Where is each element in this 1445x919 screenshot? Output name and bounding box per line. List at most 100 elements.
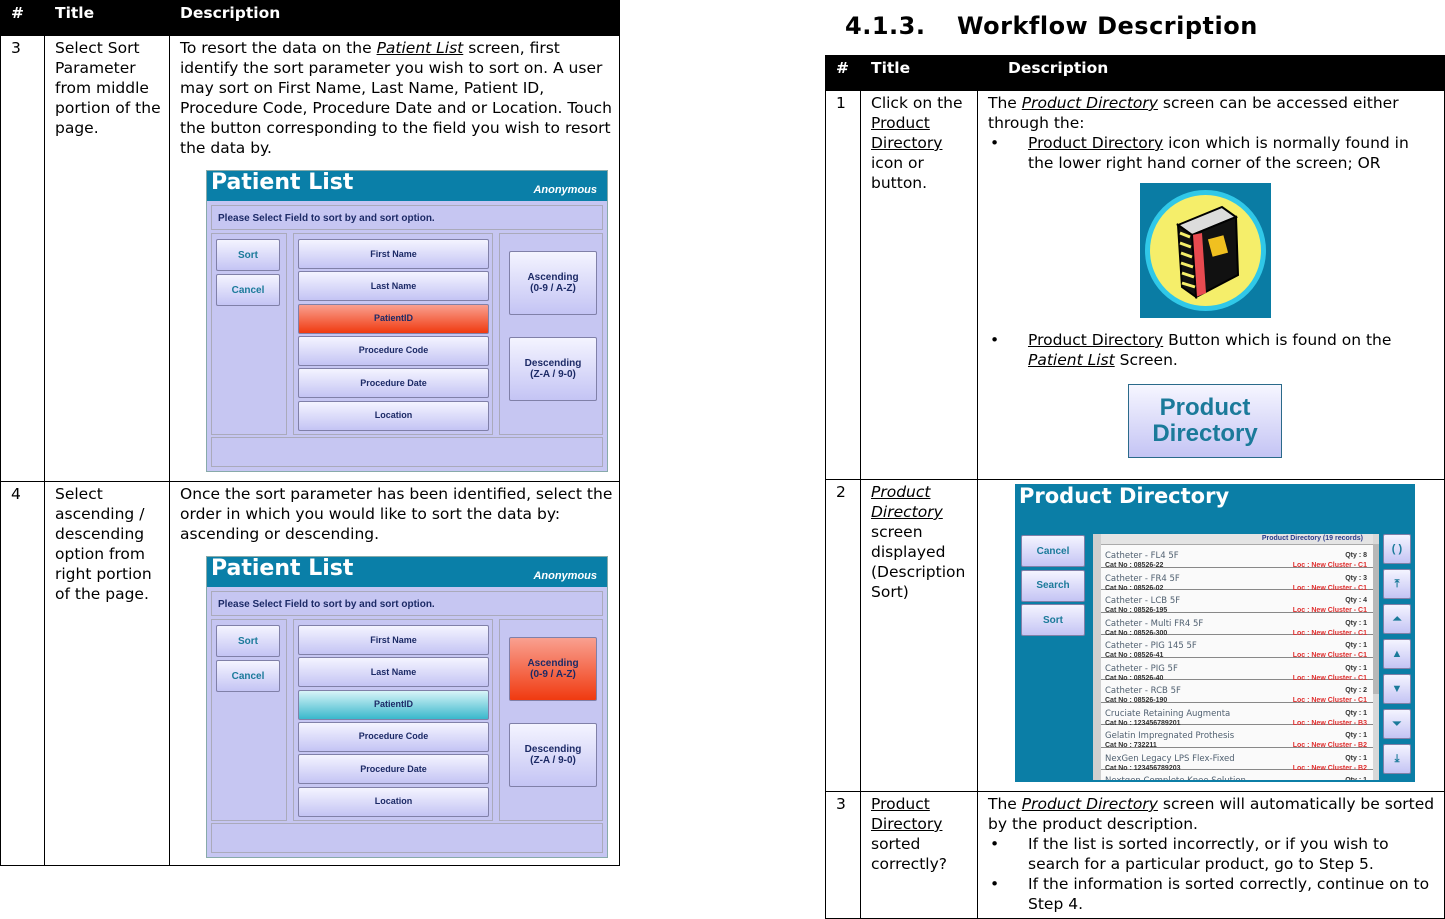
sort-field-patientid-button[interactable]: PatientID (298, 303, 489, 334)
list-item[interactable]: Gelatin Impregnated Prothesis Qty : 1 Cat … (1101, 725, 1373, 749)
product-directory-screenshot: Product Directory Cancel Search Sort Product… (1015, 484, 1415, 782)
patient-list-screenshot-sort-field: Patient List Anonymous Please Select Field… (206, 170, 608, 472)
left-page: # Title Description 3 Select Sort Parame… (0, 0, 620, 866)
sort-button[interactable]: Sort (216, 239, 280, 271)
step-number: 4 (0, 481, 45, 866)
descending-label: Descending (524, 358, 582, 369)
ascending-range: (0-9 / A-Z) (530, 669, 576, 680)
scroll-bottom-icon: ⤓ (1394, 752, 1400, 765)
step-number: 2 (825, 479, 861, 792)
sort-field-procedure-date-button[interactable]: Procedure Date (298, 754, 489, 785)
descending-range: (Z-A / 9-0) (530, 755, 576, 766)
step-description: To resort the data on the Patient List s… (169, 35, 620, 482)
sort-button[interactable]: Sort (1021, 604, 1085, 636)
status-bar (211, 823, 603, 853)
scroll-bottom-button[interactable]: ⤓ (1383, 744, 1411, 774)
line-up-button[interactable]: ▲ (1383, 639, 1411, 669)
product-name: Nextgen Complete Knee Solution (1105, 771, 1246, 780)
sort-field-procedure-date-button[interactable]: Procedure Date (298, 368, 489, 399)
header-title: Title (860, 55, 978, 91)
sort-field-last-name-button[interactable]: Last Name (298, 271, 489, 302)
bullet-item: • Product Directory Button which is found… (990, 331, 1392, 369)
table-row-step-1: 1 Click on the Product Directory icon or… (825, 90, 1445, 480)
cancel-button[interactable]: Cancel (1021, 535, 1085, 567)
list-item[interactable]: Catheter - RCB 5F Qty : 2 Cat No : 08526-1… (1101, 680, 1373, 704)
sort-field-first-name-button[interactable]: First Name (298, 239, 489, 269)
sort-field-procedure-code-button[interactable]: Procedure Code (298, 721, 489, 752)
header-description: Description (977, 55, 1445, 91)
list-item[interactable]: Nextgen Complete Knee SolutionQty : 1Cat… (1101, 770, 1373, 780)
status-bar (211, 437, 603, 467)
step-title: Select ascending / descending option fro… (44, 481, 170, 866)
scroll-top-icon: ⤒ (1394, 577, 1400, 590)
page-down-button[interactable]: ⏷ (1383, 709, 1411, 739)
sort-field-location-button[interactable]: Location (298, 400, 489, 431)
scroll-top-button[interactable]: ⤒ (1383, 569, 1411, 599)
bullet-item: • If the list is sorted incorrectly, or i… (990, 835, 1389, 873)
step-description: Once the sort parameter has been identif… (169, 481, 620, 866)
book-icon[interactable] (1140, 183, 1271, 318)
line-down-button[interactable]: ▼ (1383, 674, 1411, 704)
sort-field-first-name-button[interactable]: First Name (298, 625, 489, 655)
step-description: The Product Directory screen can be acce… (977, 90, 1445, 480)
table-row-step-4: 4 Select ascending / descending option f… (0, 481, 620, 866)
list-item[interactable]: Catheter - FR4 5F Qty : 3 Cat No : 08526-0… (1101, 567, 1373, 592)
workflow-table-left: # Title Description 3 Select Sort Parame… (0, 0, 620, 866)
list-header: Product Directory (19 records) (1101, 534, 1373, 545)
refresh-button[interactable]: ( ) (1383, 534, 1411, 564)
step-title: Click on the Product Directory icon or b… (860, 90, 978, 480)
patient-list-screenshot-sort-order: Patient List Anonymous Please Select Field… (206, 556, 608, 858)
sort-field-last-name-button[interactable]: Last Name (298, 657, 489, 688)
descending-button[interactable]: Descending (Z-A / 9-0) (509, 337, 597, 401)
list-item[interactable]: Catheter - PIG 145 5F Qty : 1 Cat No : 085… (1101, 635, 1373, 659)
ascending-button[interactable]: Ascending (0-9 / A-Z) (509, 251, 597, 315)
product-directory-button[interactable]: Product Directory (1128, 384, 1282, 458)
screen-title: Patient List (211, 556, 354, 581)
list-item[interactable]: Catheter - Multi FR4 5F Qty : 1 Cat No : 0… (1101, 612, 1373, 637)
bullet-item: • If the information is sorted correctly,… (990, 875, 1430, 913)
header-num: # (0, 0, 45, 36)
step-description: The Product Directory screen will automa… (977, 791, 1445, 919)
header-description: Description (169, 0, 620, 36)
line-up-icon: ▲ (1391, 647, 1403, 660)
sort-field-procedure-code-button[interactable]: Procedure Code (298, 335, 489, 366)
header-title: Title (44, 0, 170, 36)
bullet-item: • Product Directory icon which is normall… (990, 134, 1409, 172)
list-scrollbar[interactable] (1373, 534, 1379, 780)
descending-button[interactable]: Descending (Z-A / 9-0) (509, 723, 597, 787)
step-number: 3 (825, 791, 861, 919)
cancel-button[interactable]: Cancel (216, 660, 280, 692)
cancel-button[interactable]: Cancel (216, 274, 280, 306)
page-down-icon: ⏷ (1392, 717, 1402, 730)
page-up-button[interactable]: ⏶ (1383, 604, 1411, 634)
screen-title: Product Directory (1019, 484, 1230, 508)
list-item[interactable]: NexGen Legacy LPS Flex-Fixed Qty : 1 Cat N… (1101, 747, 1373, 772)
ascending-button[interactable]: Ascending (0-9 / A-Z) (509, 637, 597, 701)
step-title: Select Sort Parameter from middle portio… (44, 35, 170, 482)
list-item[interactable]: Catheter - LCB 5F Qty : 4 Cat No : 08526-1… (1101, 590, 1373, 614)
table-row-step-2: 2 Product Directory screen displayed (De… (825, 479, 1445, 792)
ascending-label: Ascending (527, 272, 579, 283)
sort-prompt: Please Select Field to sort by and sort … (211, 591, 603, 616)
screen-title: Patient List (211, 170, 354, 195)
sort-field-location-button[interactable]: Location (298, 786, 489, 817)
descending-range: (Z-A / 9-0) (530, 369, 576, 380)
user-name: Anonymous (533, 570, 597, 582)
list-item[interactable]: Cruciate Retaining Augmenta Qty : 1 Cat No… (1101, 702, 1373, 727)
list-item[interactable]: Catheter - PIG 5F Qty : 1 Cat No : 08526-4… (1101, 657, 1373, 682)
product-list[interactable]: Product Directory (19 records) Catheter -… (1093, 534, 1373, 780)
step-description: Product Directory Cancel Search Sort Product… (977, 479, 1445, 792)
scrollbar-thumb[interactable] (1373, 544, 1379, 694)
sort-button[interactable]: Sort (216, 625, 280, 657)
step-number: 3 (0, 35, 45, 482)
descending-label: Descending (524, 744, 582, 755)
search-button[interactable]: Search (1021, 569, 1085, 602)
header-num: # (825, 55, 861, 91)
user-name: Anonymous (533, 184, 597, 196)
table-header-row: # Title Description (0, 0, 620, 36)
table-row-step-3: 3 Product Directory sorted correctly? Th… (825, 791, 1445, 919)
sort-prompt: Please Select Field to sort by and sort … (211, 205, 603, 230)
step-number: 1 (825, 90, 861, 480)
list-item[interactable]: Catheter - FL4 5F Qty : 8 Cat No : 08526-2… (1101, 545, 1373, 569)
sort-field-patientid-button[interactable]: PatientID (298, 689, 489, 720)
